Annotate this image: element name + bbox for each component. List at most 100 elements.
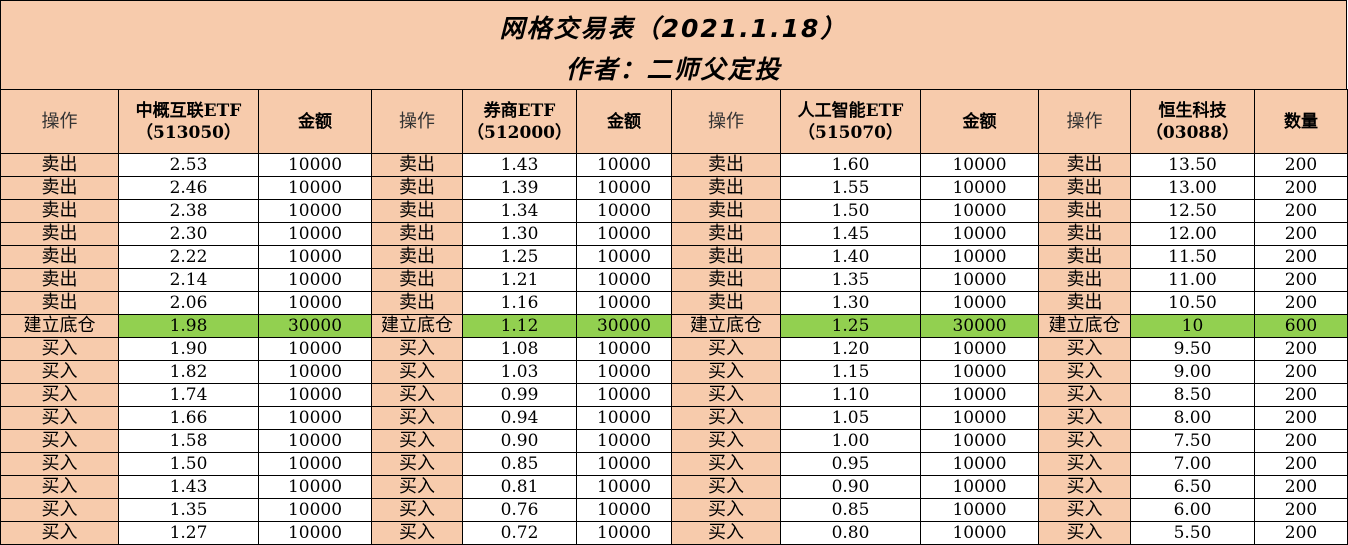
table-cell[interactable]: 2.06 (118, 291, 259, 315)
operation-cell[interactable]: 卖出 (0, 153, 119, 177)
operation-cell[interactable]: 买入 (1038, 498, 1131, 522)
operation-cell[interactable]: 卖出 (0, 245, 119, 269)
column-header[interactable]: 中概互联ETF （513050） (118, 89, 259, 154)
table-cell[interactable]: 10000 (576, 383, 672, 407)
table-cell[interactable]: 10000 (576, 406, 672, 430)
table-cell[interactable]: 1.21 (462, 268, 577, 292)
table-cell[interactable]: 10000 (576, 360, 672, 384)
table-cell[interactable]: 10000 (258, 291, 372, 315)
table-cell[interactable]: 0.94 (462, 406, 577, 430)
table-cell[interactable]: 200 (1254, 245, 1348, 269)
operation-cell[interactable]: 买入 (671, 452, 781, 476)
table-cell[interactable]: 1.40 (780, 245, 921, 269)
column-header[interactable]: 操作 (0, 89, 119, 154)
table-cell[interactable]: 10000 (576, 222, 672, 246)
operation-cell[interactable]: 卖出 (0, 268, 119, 292)
operation-cell[interactable]: 卖出 (671, 245, 781, 269)
table-cell[interactable]: 0.72 (462, 521, 577, 545)
table-cell[interactable]: 200 (1254, 337, 1348, 361)
table-cell[interactable]: 10000 (920, 176, 1039, 200)
table-cell[interactable]: 30000 (920, 314, 1039, 338)
operation-cell[interactable]: 买入 (1038, 360, 1131, 384)
operation-cell[interactable]: 买入 (371, 360, 463, 384)
table-cell[interactable]: 200 (1254, 199, 1348, 223)
table-cell[interactable]: 10.50 (1130, 291, 1255, 315)
table-cell[interactable]: 9.50 (1130, 337, 1255, 361)
table-cell[interactable]: 10000 (920, 360, 1039, 384)
table-cell[interactable]: 10000 (258, 222, 372, 246)
table-cell[interactable]: 10000 (920, 475, 1039, 499)
table-cell[interactable]: 10000 (258, 406, 372, 430)
operation-cell[interactable]: 买入 (1038, 452, 1131, 476)
column-header[interactable]: 操作 (671, 89, 781, 154)
table-cell[interactable]: 2.38 (118, 199, 259, 223)
table-cell[interactable]: 1.15 (780, 360, 921, 384)
table-cell[interactable]: 1.25 (462, 245, 577, 269)
table-cell[interactable]: 1.00 (780, 429, 921, 453)
table-cell[interactable]: 1.35 (780, 268, 921, 292)
table-cell[interactable]: 0.90 (462, 429, 577, 453)
table-cell[interactable]: 2.53 (118, 153, 259, 177)
table-cell[interactable]: 10000 (576, 245, 672, 269)
operation-cell[interactable]: 买入 (0, 360, 119, 384)
operation-cell[interactable]: 卖出 (371, 268, 463, 292)
table-cell[interactable]: 200 (1254, 498, 1348, 522)
table-cell[interactable]: 11.50 (1130, 245, 1255, 269)
operation-cell[interactable]: 建立底仓 (671, 314, 781, 338)
table-cell[interactable]: 1.39 (462, 176, 577, 200)
operation-cell[interactable]: 买入 (1038, 337, 1131, 361)
table-cell[interactable]: 10 (1130, 314, 1255, 338)
table-cell[interactable]: 0.85 (780, 498, 921, 522)
operation-cell[interactable]: 买入 (0, 498, 119, 522)
column-header[interactable]: 金额 (258, 89, 372, 154)
table-cell[interactable]: 1.16 (462, 291, 577, 315)
operation-cell[interactable]: 买入 (371, 452, 463, 476)
table-cell[interactable]: 1.82 (118, 360, 259, 384)
table-cell[interactable]: 1.50 (118, 452, 259, 476)
operation-cell[interactable]: 卖出 (1038, 153, 1131, 177)
table-cell[interactable]: 200 (1254, 452, 1348, 476)
table-cell[interactable]: 8.50 (1130, 383, 1255, 407)
table-cell[interactable]: 5.50 (1130, 521, 1255, 545)
operation-cell[interactable]: 卖出 (0, 291, 119, 315)
table-cell[interactable]: 200 (1254, 475, 1348, 499)
operation-cell[interactable]: 卖出 (1038, 199, 1131, 223)
operation-cell[interactable]: 卖出 (1038, 291, 1131, 315)
operation-cell[interactable]: 建立底仓 (1038, 314, 1131, 338)
operation-cell[interactable]: 买入 (0, 429, 119, 453)
operation-cell[interactable]: 买入 (671, 337, 781, 361)
table-cell[interactable]: 10000 (920, 406, 1039, 430)
table-cell[interactable]: 9.00 (1130, 360, 1255, 384)
table-cell[interactable]: 30000 (258, 314, 372, 338)
table-cell[interactable]: 1.74 (118, 383, 259, 407)
table-cell[interactable]: 30000 (576, 314, 672, 338)
operation-cell[interactable]: 卖出 (671, 291, 781, 315)
table-cell[interactable]: 200 (1254, 176, 1348, 200)
table-cell[interactable]: 200 (1254, 360, 1348, 384)
operation-cell[interactable]: 买入 (1038, 475, 1131, 499)
table-cell[interactable]: 10000 (576, 498, 672, 522)
operation-cell[interactable]: 卖出 (371, 291, 463, 315)
table-cell[interactable]: 10000 (258, 245, 372, 269)
table-cell[interactable]: 1.34 (462, 199, 577, 223)
table-cell[interactable]: 13.00 (1130, 176, 1255, 200)
table-cell[interactable]: 1.05 (780, 406, 921, 430)
operation-cell[interactable]: 卖出 (1038, 222, 1131, 246)
table-cell[interactable]: 10000 (576, 268, 672, 292)
table-cell[interactable]: 10000 (920, 245, 1039, 269)
table-cell[interactable]: 200 (1254, 291, 1348, 315)
operation-cell[interactable]: 买入 (371, 521, 463, 545)
table-cell[interactable]: 1.66 (118, 406, 259, 430)
table-cell[interactable]: 1.43 (462, 153, 577, 177)
table-cell[interactable]: 200 (1254, 383, 1348, 407)
operation-cell[interactable]: 买入 (671, 475, 781, 499)
table-cell[interactable]: 2.46 (118, 176, 259, 200)
operation-cell[interactable]: 卖出 (0, 222, 119, 246)
table-cell[interactable]: 1.90 (118, 337, 259, 361)
table-cell[interactable]: 1.30 (462, 222, 577, 246)
operation-cell[interactable]: 买入 (671, 498, 781, 522)
operation-cell[interactable]: 买入 (371, 498, 463, 522)
table-cell[interactable]: 200 (1254, 268, 1348, 292)
operation-cell[interactable]: 卖出 (671, 153, 781, 177)
table-cell[interactable]: 200 (1254, 222, 1348, 246)
